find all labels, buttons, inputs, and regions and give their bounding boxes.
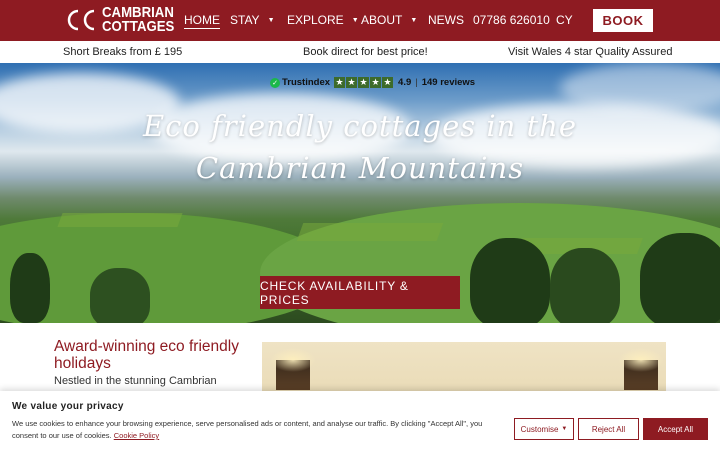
tree-shape <box>90 268 150 323</box>
info-book-direct: Book direct for best price! <box>303 46 428 58</box>
cookie-text: We use cookies to enhance your browsing … <box>12 418 502 442</box>
trustindex-badge[interactable]: ✓ Trustindex ★ ★ ★ ★ ★ 4.9 | 149 reviews <box>270 77 475 88</box>
nav-explore-label: EXPLORE <box>287 13 344 27</box>
customise-label: Customise <box>520 424 559 434</box>
tree-shape <box>550 248 620 323</box>
chevron-down-icon: ▼ <box>410 16 418 24</box>
hero-image: ✓ Trustindex ★ ★ ★ ★ ★ 4.9 | 149 reviews… <box>0 63 720 323</box>
tree-shape <box>10 253 50 323</box>
chevron-down-icon: ▼ <box>561 426 568 432</box>
cookie-title: We value your privacy <box>12 401 124 412</box>
reject-all-button[interactable]: Reject All <box>578 418 639 440</box>
hero-title-line-2: Cambrian Mountains <box>195 151 525 185</box>
logo-text: CAMBRIAN COTTAGES <box>102 5 175 35</box>
logo-line-2: COTTAGES <box>102 18 175 35</box>
info-short-breaks: Short Breaks from £ 195 <box>63 46 183 58</box>
hero-title: Eco friendly cottages in the Cambrian Mo… <box>120 105 600 189</box>
trust-separator: | <box>415 77 418 88</box>
nav-home[interactable]: HOME <box>184 13 220 29</box>
nav-news[interactable]: NEWS <box>428 13 464 27</box>
trust-score: 4.9 <box>398 77 412 88</box>
trust-brand: Trustindex <box>282 77 331 88</box>
nav-language[interactable]: CY <box>556 13 573 27</box>
cookie-body: We use cookies to enhance your browsing … <box>12 419 483 440</box>
site-header: CAMBRIAN COTTAGES HOME STAY ▼ EXPLORE ▼ … <box>0 0 720 41</box>
check-availability-button[interactable]: CHECK AVAILABILITY & PRICES <box>260 276 460 309</box>
star-icon: ★ <box>382 77 394 88</box>
rating-stars: ★ ★ ★ ★ ★ <box>334 77 394 88</box>
chevron-down-icon: ▼ <box>351 16 359 24</box>
star-icon: ★ <box>358 77 370 88</box>
field-shape <box>296 223 444 241</box>
hero-title-line-1: Eco friendly cottages in the <box>142 109 578 143</box>
star-icon: ★ <box>370 77 382 88</box>
star-icon: ★ <box>346 77 358 88</box>
info-quality: Visit Wales 4 star Quality Assured <box>508 46 673 58</box>
logo-cc-icon <box>62 5 98 35</box>
chevron-down-icon: ▼ <box>267 16 275 24</box>
customise-button[interactable]: Customise ▼ <box>514 418 574 440</box>
accept-all-button[interactable]: Accept All <box>643 418 708 440</box>
trust-reviews: 149 reviews <box>421 77 476 88</box>
lamp-shape <box>270 348 316 390</box>
tree-shape <box>640 233 720 323</box>
nav-about[interactable]: ABOUT ▼ <box>361 13 417 27</box>
field-shape <box>57 213 183 227</box>
site-logo[interactable]: CAMBRIAN COTTAGES <box>62 5 184 35</box>
intro-text: Nestled in the stunning Cambrian <box>54 375 217 387</box>
lamp-shape <box>618 348 664 390</box>
nav-about-label: ABOUT <box>361 13 403 27</box>
book-button[interactable]: BOOK <box>593 9 653 32</box>
intro-title: Award-winning eco friendly holidays <box>54 338 239 372</box>
nav-stay-label: STAY <box>230 13 260 27</box>
cookie-policy-link[interactable]: Cookie Policy <box>114 431 159 440</box>
info-bar: Short Breaks from £ 195 Book direct for … <box>0 41 720 63</box>
star-icon: ★ <box>334 77 346 88</box>
check-icon: ✓ <box>270 77 280 88</box>
nav-phone[interactable]: 07786 626010 <box>473 13 550 27</box>
nav-stay[interactable]: STAY ▼ <box>230 13 275 27</box>
tree-shape <box>470 238 550 323</box>
cookie-banner: We value your privacy We use cookies to … <box>0 391 720 450</box>
nav-explore[interactable]: EXPLORE ▼ <box>287 13 359 27</box>
